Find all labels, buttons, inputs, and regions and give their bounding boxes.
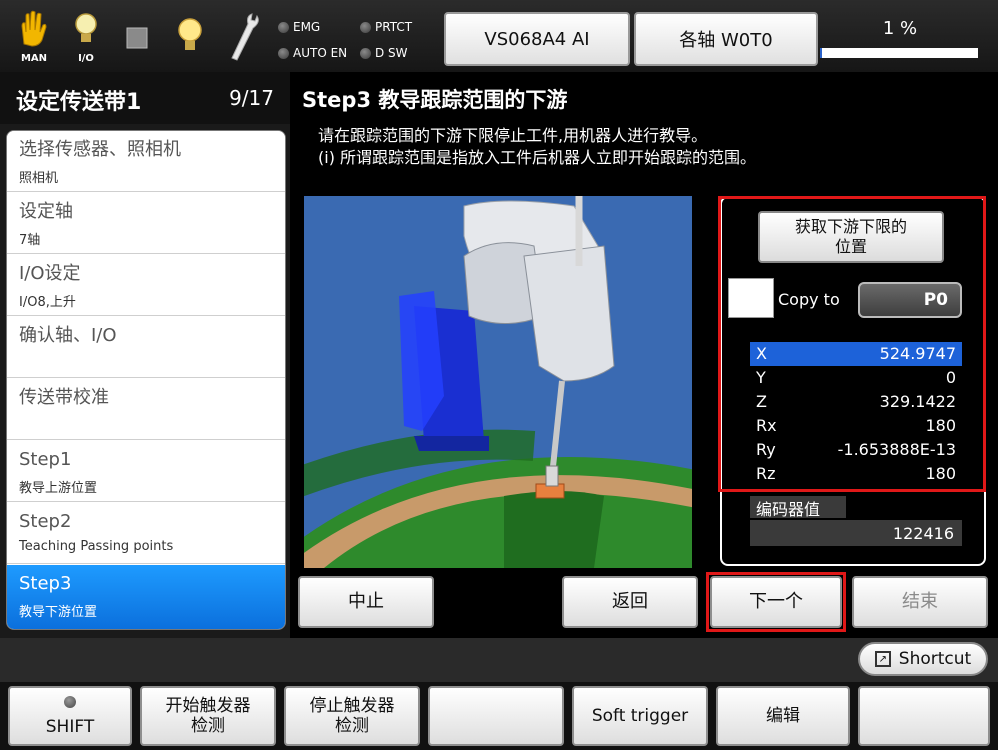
- led-dsw: D SW: [360, 46, 408, 60]
- shortcut-button[interactable]: ↗ Shortcut: [858, 642, 988, 676]
- led-indicator-icon: [278, 47, 289, 59]
- soft-trigger-key[interactable]: Soft trigger: [572, 686, 708, 746]
- step-item-title: 传送带校准: [19, 387, 109, 408]
- step-item-title: 选择传感器、照相机: [19, 139, 181, 160]
- shift-label: SHIFT: [45, 717, 95, 737]
- step-item-title: 确认轴、I/O: [19, 325, 117, 346]
- robot-model-button[interactable]: VS068A4 AI: [444, 12, 630, 66]
- step-item-select-sensor[interactable]: 选择传感器、照相机照相机: [7, 131, 285, 192]
- key-label-line2: 检测: [335, 716, 369, 736]
- edit-key[interactable]: 编辑: [716, 686, 850, 746]
- speed-indicator[interactable]: 1 %: [820, 18, 980, 60]
- sidebar-header: 设定传送带1 9/17: [0, 72, 290, 124]
- step-item-step3[interactable]: Step3 教导下游位置: [7, 565, 285, 629]
- led-prtct: PRTCT: [360, 20, 412, 34]
- encoder-label: 编码器值: [750, 496, 846, 519]
- back-button[interactable]: 返回: [562, 576, 698, 628]
- shortcut-bar: [0, 638, 998, 682]
- step-item-set-axis[interactable]: 设定轴 7轴: [7, 193, 285, 254]
- info-note-text: (i) 所谓跟踪范围是指放入工件后机器人立即开始跟踪的范围。: [318, 148, 757, 167]
- step-item-step2[interactable]: Step2 Teaching Passing points: [7, 503, 285, 564]
- led-label: AUTO EN: [293, 46, 348, 60]
- start-trigger-detect-key[interactable]: 开始触发器 检测: [140, 686, 276, 746]
- step-item-conveyor-calibration[interactable]: 传送带校准: [7, 379, 285, 440]
- axis-mode-button[interactable]: 各轴 W0T0: [634, 12, 818, 66]
- key-label-line2: 检测: [191, 716, 225, 736]
- step-item-sub: 教导上游位置: [19, 481, 98, 496]
- encoder-value: 122416: [750, 520, 962, 546]
- led-indicator-icon: [360, 47, 371, 59]
- step-item-title: Step3: [19, 573, 72, 594]
- io-bulb-icon[interactable]: I/O: [66, 8, 106, 64]
- shift-key[interactable]: SHIFT: [8, 686, 132, 746]
- status-bar: MAN I/O EMG PRTCT AUTO EN D SW VS068A4 A…: [0, 0, 998, 72]
- page-title: Step3 教导跟踪范围的下游: [302, 88, 568, 112]
- speed-bar-fill: [820, 48, 822, 58]
- io-label: I/O: [78, 53, 94, 64]
- highlight-frame: [718, 196, 986, 492]
- step-counter: 9/17: [229, 86, 274, 110]
- step-item-sub: Teaching Passing points: [19, 539, 174, 554]
- man-label: MAN: [20, 53, 48, 64]
- led-emg: EMG: [278, 20, 320, 34]
- led-auto-en: AUTO EN: [278, 46, 347, 60]
- key-label-line1: 开始触发器: [165, 696, 251, 716]
- step-item-title: Step2: [19, 511, 72, 532]
- key-label-line1: 停止触发器: [309, 696, 395, 716]
- shortcut-arrow-icon: ↗: [874, 651, 891, 667]
- speed-bar: [820, 48, 978, 58]
- step-item-title: 设定轴: [19, 201, 73, 222]
- shift-indicator-icon: [64, 696, 76, 708]
- step-item-sub: I/O8,上升: [19, 295, 76, 310]
- led-label: D SW: [375, 46, 408, 60]
- instruction-text: 请在跟踪范围的下游下限停止工件,用机器人进行教导。: [318, 126, 708, 145]
- step-item-io-setting[interactable]: I/O设定 I/O8,上升: [7, 255, 285, 316]
- sidebar-title: 设定传送带1: [16, 90, 142, 115]
- function-key-empty-2[interactable]: [858, 686, 990, 746]
- lamp-icon[interactable]: [170, 8, 210, 64]
- step-item-confirm-axis-io[interactable]: 确认轴、I/O: [7, 317, 285, 378]
- shortcut-label: Shortcut: [898, 649, 972, 669]
- step-list: 选择传感器、照相机 照相机 设定轴 7轴 I/O设定 I/O8,上升 确认轴、I/O …: [6, 130, 286, 630]
- led-label: PRTCT: [375, 20, 413, 34]
- stop-button[interactable]: 中止: [298, 576, 434, 628]
- function-key-empty-1[interactable]: [428, 686, 564, 746]
- step-item-sub: 照相机: [19, 171, 59, 186]
- speed-value: 1 %: [882, 18, 918, 39]
- robot-simulation-view[interactable]: [304, 196, 692, 568]
- stop-square-icon[interactable]: [118, 8, 158, 64]
- man-hand-icon[interactable]: MAN: [14, 8, 54, 64]
- step-item-title: Step1: [19, 449, 72, 470]
- finish-button: 结束: [852, 576, 988, 628]
- next-highlight-frame: [706, 572, 846, 632]
- led-indicator-icon: [278, 21, 289, 33]
- step-item-step1[interactable]: Step1 教导上游位置: [7, 441, 285, 502]
- step-item-sub: 教导下游位置: [19, 605, 98, 620]
- step-item-sub: 7轴: [19, 233, 41, 248]
- led-label: EMG: [293, 20, 321, 34]
- step-item-title: I/O设定: [19, 263, 81, 284]
- led-indicator-icon: [360, 21, 371, 33]
- wrench-icon[interactable]: [222, 8, 262, 64]
- stop-trigger-detect-key[interactable]: 停止触发器 检测: [284, 686, 420, 746]
